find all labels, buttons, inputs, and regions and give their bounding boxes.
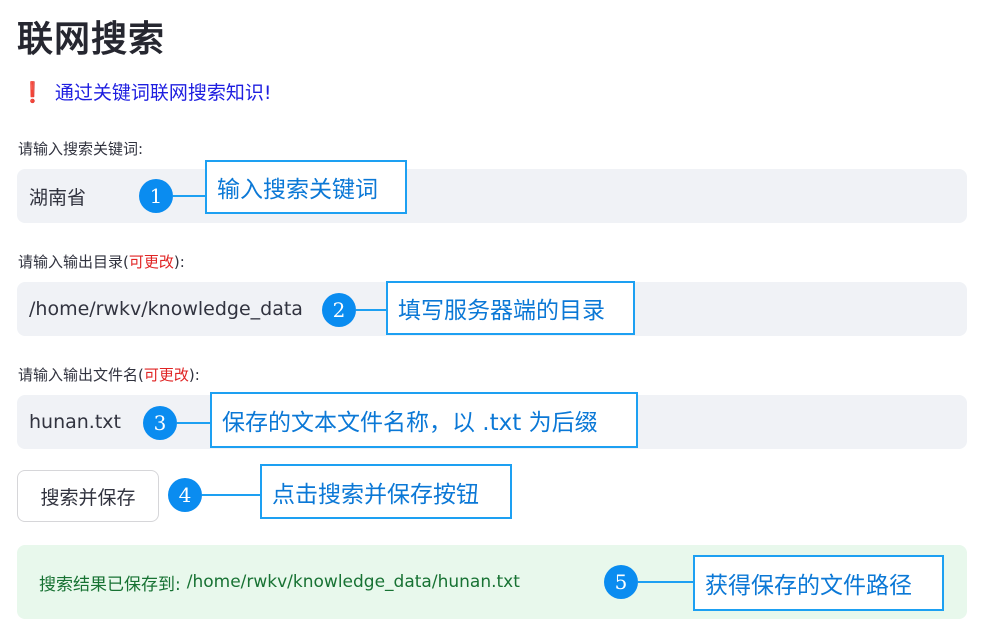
success-lead: 搜索结果已保存到:	[39, 574, 181, 595]
file-label-prefix: 请输入输出文件名(	[18, 366, 144, 384]
step-badge-4: 4	[168, 478, 202, 512]
saved-path: /home/rwkv/knowledge_data/hunan.txt	[186, 572, 520, 592]
callout-4: 点击搜索并保存按钮	[260, 464, 512, 519]
filename-value: hunan.txt	[29, 411, 121, 433]
search-save-button[interactable]: 搜索并保存	[17, 470, 159, 522]
callout-1: 输入搜索关键词	[205, 160, 407, 214]
callout-5: 获得保存的文件路径	[693, 555, 944, 611]
callout-line-4	[202, 494, 260, 496]
callout-line-3	[177, 422, 210, 424]
callout-3: 保存的文本文件名称，以 .txt 为后缀	[210, 392, 638, 448]
file-label-em: 可更改	[143, 366, 189, 384]
dir-label: 请输入输出目录(可更改):	[18, 251, 185, 272]
dir-value: /home/rwkv/knowledge_data	[29, 298, 303, 320]
page-title: 联网搜索	[17, 19, 166, 60]
dir-label-suffix: ):	[173, 253, 185, 271]
callout-line-1	[173, 195, 205, 197]
file-label-suffix: ):	[188, 366, 200, 384]
callout-2: 填写服务器端的目录	[386, 281, 635, 335]
callout-line-2	[356, 309, 386, 311]
step-badge-3: 3	[143, 406, 177, 440]
step-badge-2: 2	[322, 293, 356, 327]
step-badge-1: 1	[139, 179, 173, 213]
step-badge-5: 5	[604, 565, 638, 599]
callout-line-5	[638, 581, 693, 583]
file-label: 请输入输出文件名(可更改):	[18, 364, 200, 385]
notice-text: 通过关键词联网搜索知识!	[54, 82, 272, 104]
info-notice: ❗ 通过关键词联网搜索知识!	[20, 78, 272, 105]
dir-label-prefix: 请输入输出目录(	[18, 253, 129, 271]
exclamation-icon: ❗	[20, 79, 45, 104]
keyword-label: 请输入搜索关键词:	[18, 140, 144, 158]
dir-label-em: 可更改	[128, 253, 174, 271]
keyword-value: 湖南省	[29, 186, 87, 209]
